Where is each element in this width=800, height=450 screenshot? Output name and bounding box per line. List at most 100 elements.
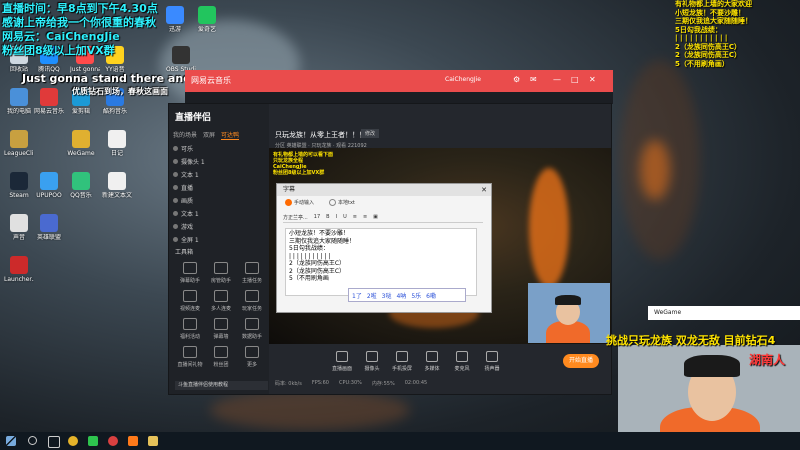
app-icon bbox=[72, 130, 90, 148]
eye-icon[interactable] bbox=[173, 211, 178, 216]
windows-start-icon[interactable] bbox=[6, 436, 16, 446]
toolbox-item[interactable]: 多人连麦 bbox=[206, 290, 236, 312]
media-button[interactable]: 多媒体 bbox=[419, 351, 445, 372]
radio-dot bbox=[285, 199, 292, 206]
desktop-icon[interactable]: 迅游 bbox=[160, 6, 190, 33]
desktop-icon[interactable]: 声音 bbox=[4, 214, 34, 241]
ime-candidate[interactable]: 1了 bbox=[352, 291, 362, 300]
minimize-icon[interactable]: — bbox=[553, 75, 561, 84]
eye-icon[interactable] bbox=[173, 237, 178, 242]
desktop-icon[interactable]: 网易云音乐 bbox=[34, 88, 64, 115]
wechat-icon[interactable] bbox=[88, 436, 98, 446]
eye-icon[interactable] bbox=[173, 172, 178, 177]
ime-candidate[interactable]: 2啦 bbox=[367, 291, 377, 300]
scene-item[interactable]: 游戏 bbox=[173, 222, 193, 231]
subtitle-text-area[interactable]: 小短龙族！不要沙雕！ 三期仅我追大家随随睡！ 5日勾我战绩： | | | | |… bbox=[285, 228, 477, 296]
start-live-button[interactable]: 开始直播 bbox=[563, 354, 599, 368]
folder-icon[interactable] bbox=[148, 436, 158, 446]
toolbox-item[interactable]: 更多 bbox=[237, 346, 267, 368]
desktop-icon[interactable]: UPUPOO bbox=[34, 172, 64, 199]
tab-my-scenes[interactable]: 我的场景 bbox=[173, 130, 197, 140]
eye-icon[interactable] bbox=[173, 146, 178, 151]
toolbox-item[interactable]: 玩家任务 bbox=[237, 290, 267, 312]
desktop-icon[interactable]: LeagueCli... bbox=[4, 130, 34, 157]
screen-button[interactable]: 直播画面 bbox=[329, 351, 355, 372]
scene-item[interactable]: 直播 bbox=[173, 183, 193, 192]
desktop-icon[interactable]: 我的电脑 bbox=[4, 88, 34, 115]
toolbox-item[interactable]: 房管助手 bbox=[206, 262, 236, 284]
phone-cast-button[interactable]: 手机投屏 bbox=[389, 351, 415, 372]
game-fire bbox=[529, 168, 569, 288]
desktop-icon[interactable]: Launcher... bbox=[4, 256, 34, 283]
toolbox-item[interactable]: 弹幕助手 bbox=[175, 262, 205, 284]
music-player-user[interactable]: CaiChengJie bbox=[445, 76, 481, 83]
toolbox-title: 工具箱 bbox=[175, 249, 194, 256]
settings-icon[interactable]: ⚙ bbox=[513, 75, 520, 84]
wegame-bar[interactable]: WeGame bbox=[648, 306, 800, 320]
toolbox-item[interactable]: 直播间礼物 bbox=[175, 346, 205, 368]
bold-button[interactable]: B bbox=[326, 214, 329, 220]
mail-icon[interactable]: ✉ bbox=[530, 75, 537, 84]
stage-overlay-line: 粉丝团8级以上加VX群 bbox=[273, 170, 325, 176]
tab-kedaya[interactable]: 可达鸭 bbox=[221, 130, 240, 140]
scene-item[interactable]: 文本 1 bbox=[173, 170, 199, 179]
toolbox-item[interactable]: 数据助手 bbox=[237, 318, 267, 340]
italic-button[interactable]: I bbox=[336, 214, 337, 220]
align-left-button[interactable]: ≡ bbox=[353, 214, 357, 220]
close-icon[interactable]: ✕ bbox=[589, 75, 596, 84]
app-icon bbox=[40, 214, 58, 232]
maximize-icon[interactable]: □ bbox=[571, 75, 579, 84]
underline-button[interactable]: U bbox=[343, 214, 347, 220]
search-icon[interactable] bbox=[28, 436, 37, 445]
netease-music-icon[interactable] bbox=[108, 436, 118, 446]
desktop-icon[interactable]: QQ音乐 bbox=[66, 172, 96, 199]
tool-label: 粉丝团 bbox=[213, 362, 229, 368]
radio-manual[interactable]: 手动输入 bbox=[285, 199, 314, 206]
desktop-icon[interactable]: 爱奇艺 bbox=[192, 6, 222, 33]
side-overlay-line: 2（龙族同伤高王C） bbox=[675, 51, 742, 59]
speaker-button[interactable]: 扬声器 bbox=[479, 351, 505, 372]
desktop-icon[interactable]: Steam bbox=[4, 172, 34, 199]
toolbox-item[interactable]: 视频连麦 bbox=[175, 290, 205, 312]
task-view-icon[interactable] bbox=[48, 436, 60, 448]
camera-button[interactable]: 摄像头 bbox=[359, 351, 385, 372]
desktop-icon[interactable]: 日记 bbox=[102, 130, 132, 157]
edit-room-button[interactable]: 修改 bbox=[361, 129, 380, 138]
tutorial-banner[interactable]: 斗鱼直播伴侣使用教程 bbox=[175, 381, 268, 390]
radio-auto[interactable]: 本地txt bbox=[329, 199, 355, 206]
chrome-icon[interactable] bbox=[68, 436, 78, 446]
scene-item[interactable]: 全屏 1 bbox=[173, 235, 199, 244]
tool-label: 直播间礼物 bbox=[177, 362, 203, 368]
close-icon[interactable]: ✕ bbox=[481, 184, 487, 196]
scene-item[interactable]: 可乐 bbox=[173, 144, 193, 153]
eye-icon[interactable] bbox=[173, 224, 178, 229]
toolbox-item[interactable]: 福利活动 bbox=[175, 318, 205, 340]
tool-icon bbox=[245, 290, 259, 302]
ime-candidate[interactable]: 5乐 bbox=[411, 291, 421, 300]
desktop-icon[interactable]: 新建文本文档 bbox=[102, 172, 132, 199]
douyu-icon[interactable] bbox=[128, 436, 138, 446]
music-player-bar[interactable]: 网易云音乐 CaiChengJie ⚙ ✉ — □ ✕ bbox=[185, 70, 613, 92]
ime-candidate[interactable]: 6嘞 bbox=[426, 291, 436, 300]
scene-item[interactable]: 画质 bbox=[173, 196, 193, 205]
eye-icon[interactable] bbox=[173, 185, 178, 190]
color-button[interactable]: ▣ bbox=[373, 214, 378, 220]
scene-item[interactable]: 文本 1 bbox=[173, 209, 199, 218]
tab-dual-screen[interactable]: 双屏 bbox=[203, 130, 215, 140]
toolbox-item[interactable]: 弹幕墙 bbox=[206, 318, 236, 340]
ime-candidate[interactable]: 4呐 bbox=[396, 291, 406, 300]
desktop-icon[interactable]: 英雄联盟 bbox=[34, 214, 64, 241]
toolbox-item[interactable]: 粉丝团 bbox=[206, 346, 236, 368]
desktop-icon[interactable]: OBS Studio bbox=[166, 46, 196, 73]
eye-icon[interactable] bbox=[173, 198, 178, 203]
toolbox-item[interactable]: 主播任务 bbox=[237, 262, 267, 284]
mic-button[interactable]: 麦克风 bbox=[449, 351, 475, 372]
radio-label: 手动输入 bbox=[294, 200, 315, 206]
desktop-icon[interactable]: WeGame bbox=[66, 130, 96, 157]
align-center-button[interactable]: ≡ bbox=[363, 214, 367, 220]
ime-candidate[interactable]: 3哒 bbox=[382, 291, 392, 300]
scene-item[interactable]: 摄像头 1 bbox=[173, 157, 205, 166]
eye-icon[interactable] bbox=[173, 159, 178, 164]
font-size-select[interactable]: 17 bbox=[314, 214, 320, 220]
font-select[interactable]: 方正兰亭... bbox=[283, 214, 308, 221]
